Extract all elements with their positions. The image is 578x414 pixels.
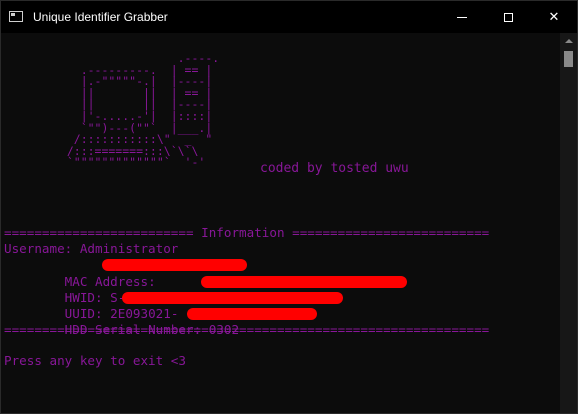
redaction-mark [122, 291, 343, 304]
uuid-line: UUID: 2E093021- [4, 290, 489, 321]
ascii-art-text: .----. .---------. | == | |.-"""""-.| |-… [66, 51, 220, 170]
ascii-art-computer: .----. .---------. | == | |.-"""""-.| |-… [53, 51, 220, 170]
close-button[interactable]: ✕ [531, 1, 577, 33]
tagline-text: coded by tosted uwu [260, 161, 409, 176]
redaction-mark [201, 275, 407, 288]
username-line: Username: Administrator [4, 241, 179, 257]
console-window: Unique Identifier Grabber ✕ .----. .----… [0, 0, 578, 414]
title-bar[interactable]: Unique Identifier Grabber ✕ [1, 1, 577, 33]
vertical-scrollbar[interactable] [560, 33, 577, 413]
redaction-mark [102, 259, 247, 272]
maximize-icon [503, 12, 513, 22]
scroll-up-icon[interactable] [560, 33, 577, 49]
hwid-line: HWID: S-1-5-21-806196452- [4, 274, 489, 305]
close-icon: ✕ [548, 9, 560, 25]
footer-rule: ========================================… [4, 322, 490, 338]
console-output[interactable]: .----. .---------. | == | |.-"""""-.| |-… [1, 33, 560, 413]
scroll-thumb[interactable] [564, 51, 573, 67]
console-window-icon [9, 11, 23, 22]
hdd-serial-line: HDD Serial Number: 0302 [4, 306, 489, 337]
exit-prompt: Press any key to exit <3 [4, 353, 186, 368]
info-header: ========================= Information ==… [4, 225, 490, 240]
minimize-button[interactable] [439, 1, 485, 33]
redaction-mark [187, 307, 317, 320]
tagline: coded by tosted uwu [260, 161, 409, 177]
mac-address-line: MAC Address: [4, 257, 489, 289]
info-block: ========================= Information ==… [4, 225, 489, 338]
window-title: Unique Identifier Grabber [33, 10, 168, 24]
minimize-icon [457, 16, 467, 18]
maximize-button[interactable] [485, 1, 531, 33]
